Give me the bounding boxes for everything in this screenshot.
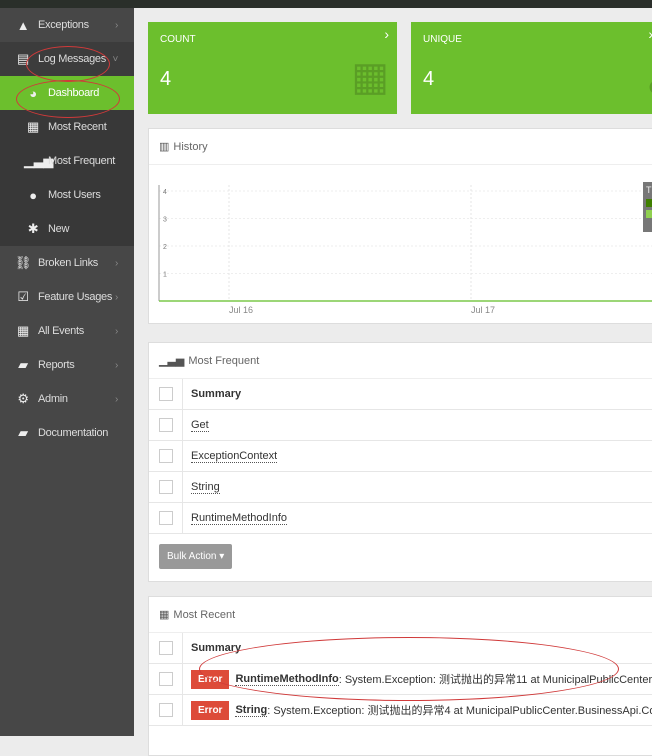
row-checkbox[interactable]: [159, 703, 173, 717]
row-checkbox[interactable]: [159, 480, 173, 494]
row-message: : System.Exception: 测试抛出的异常4 at Municipa…: [267, 705, 652, 717]
most-recent-panel: ▦ Most Recent Summary Error RuntimeMethodI…: [148, 596, 652, 756]
legend-title: T: [646, 185, 652, 195]
most-frequent-panel: ▁▃▅ Most Frequent Summary Get ExceptionCon…: [148, 342, 652, 582]
y-tick-label: 2: [163, 244, 167, 251]
legend-swatch: [646, 210, 652, 218]
signal-icon: ▁▃▅: [159, 355, 185, 367]
column-header-summary: Summary: [182, 379, 241, 409]
error-badge: Error: [191, 700, 230, 720]
history-chart: 1 2 3 4 Jul 16 Jul 17 T: [158, 182, 652, 315]
key-icon: ⚷: [642, 54, 652, 100]
label: Most Recent: [48, 121, 107, 133]
row-summary-link[interactable]: Get: [191, 419, 209, 432]
sidebar-item-all-events[interactable]: ▦ All Events ›: [0, 314, 134, 348]
table-row: ExceptionContext: [149, 441, 652, 472]
table-header: Summary: [149, 379, 652, 410]
annotation-ellipse: [199, 637, 619, 701]
calendar-icon: ▦: [159, 609, 170, 621]
sidebar-item-reports[interactable]: ▰ Reports ›: [0, 348, 134, 382]
panel-title: Most Frequent: [188, 354, 260, 367]
unique-card[interactable]: UNIQUE 4 › ⚷: [411, 22, 652, 114]
label: Admin: [38, 393, 68, 405]
sidebar-item-broken-links[interactable]: ⛓ Broken Links ›: [0, 246, 134, 280]
row-summary-link[interactable]: RuntimeMethodInfo: [191, 512, 287, 525]
calendar-icon: ▦: [27, 119, 39, 134]
legend-swatch: [646, 199, 652, 207]
row-checkbox[interactable]: [159, 418, 173, 432]
table-row: Get: [149, 410, 652, 441]
count-card[interactable]: COUNT 4 › ▦: [148, 22, 397, 114]
chevron-right-icon: ›: [114, 19, 118, 31]
label: Documentation: [38, 427, 109, 439]
label: All Events: [38, 325, 84, 337]
card-title: COUNT: [160, 34, 196, 45]
annotation-ellipse: [26, 46, 110, 82]
select-all-checkbox[interactable]: [159, 641, 173, 655]
label: Reports: [38, 359, 75, 371]
book-icon: ▰: [18, 357, 28, 372]
sidebar: ▲ Exceptions › ▤ Log Messages ˅ ◕ Dashboard ▦…: [0, 8, 134, 736]
x-tick-label: Jul 17: [471, 305, 495, 315]
users-icon: ●: [29, 187, 37, 203]
sidebar-item-feature-usages[interactable]: ☑ Feature Usages ›: [0, 280, 134, 314]
label: Exceptions: [38, 19, 89, 31]
top-bar: [0, 0, 652, 8]
row-type-link[interactable]: String: [235, 704, 268, 717]
label: New: [48, 223, 70, 235]
main-content: COUNT 4 › ▦ UNIQUE 4 › ⚷ ▥History 1 2 3 4 Ju…: [134, 8, 652, 756]
annotation-ellipse: [16, 80, 120, 118]
sidebar-item-exceptions[interactable]: ▲ Exceptions ›: [0, 8, 134, 42]
card-value: 4: [160, 68, 172, 90]
label: Feature Usages: [38, 291, 113, 303]
history-panel: ▥ History 1 2 3 4 Jul 16 Jul 17 T: [148, 128, 652, 324]
x-tick-label: Jul 16: [229, 305, 253, 315]
chevron-right-icon: ›: [114, 257, 118, 269]
calendar-icon: ▦: [351, 55, 389, 99]
select-all-checkbox[interactable]: [159, 387, 173, 401]
label: Most Frequent: [48, 155, 116, 167]
row-summary-link[interactable]: String: [191, 481, 220, 494]
chevron-right-icon: ›: [648, 26, 652, 42]
sidebar-item-most-frequent[interactable]: ▁▃▅ Most Frequent: [0, 144, 134, 178]
broken-link-icon: ⛓: [14, 255, 32, 270]
chevron-down-icon: ˅: [112, 53, 118, 65]
y-tick-label: 4: [163, 189, 167, 196]
chevron-right-icon: ›: [114, 325, 118, 337]
book-icon: ▰: [18, 425, 28, 440]
warning-icon: ▲: [16, 17, 30, 33]
bulk-action-button[interactable]: Bulk Action ▾: [159, 544, 233, 569]
calendar-icon: ▦: [17, 323, 29, 338]
card-value: 4: [423, 68, 435, 90]
label: Broken Links: [38, 257, 98, 269]
row-summary-link[interactable]: ExceptionContext: [191, 450, 278, 463]
sidebar-item-most-users[interactable]: ● Most Users: [0, 178, 134, 212]
panel-title: Most Recent: [173, 608, 236, 621]
bar-chart-icon: ▥: [159, 141, 170, 153]
y-tick-label: 1: [163, 272, 167, 279]
y-tick-label: 3: [163, 217, 167, 224]
asterisk-icon: ✱: [27, 221, 39, 236]
chevron-right-icon: ›: [114, 359, 118, 371]
chevron-right-icon: ›: [114, 393, 118, 405]
signal-icon: ▁▃▅: [24, 153, 54, 168]
row-checkbox[interactable]: [159, 672, 173, 686]
table-row: RuntimeMethodInfo: [149, 503, 652, 534]
chevron-right-icon: ›: [384, 26, 389, 42]
chevron-right-icon: ›: [114, 291, 118, 303]
label: Most Users: [48, 189, 101, 201]
table-row: String: [149, 472, 652, 503]
row-checkbox[interactable]: [159, 449, 173, 463]
gear-icon: ⚙: [17, 391, 29, 406]
sidebar-item-new[interactable]: ✱ New: [0, 212, 134, 246]
sidebar-item-admin[interactable]: ⚙ Admin ›: [0, 382, 134, 416]
card-title: UNIQUE: [423, 34, 462, 45]
checkbox-icon: ☑: [17, 289, 29, 304]
sidebar-item-documentation[interactable]: ▰ Documentation: [0, 416, 134, 450]
panel-title: History: [173, 140, 208, 153]
row-checkbox[interactable]: [159, 511, 173, 525]
